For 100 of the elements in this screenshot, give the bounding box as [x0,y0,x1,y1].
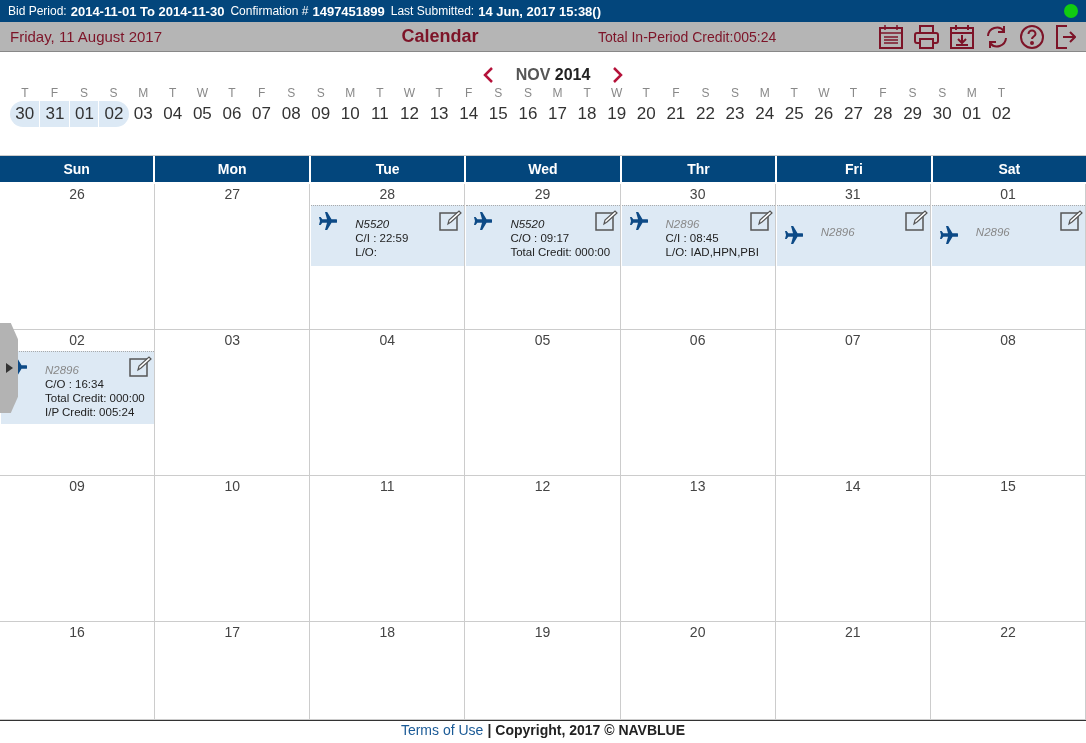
strip-day[interactable]: 18 [572,101,602,127]
strip-day[interactable]: 16 [513,101,543,127]
trip-id: N2896 [45,364,79,376]
info-value: 2014-11-01 To 2014-11-30 [70,3,225,19]
airplane-icon [627,212,648,230]
strip-day[interactable]: 30 [10,101,40,127]
day-number: 29 [533,185,552,204]
strip-day[interactable]: 02 [986,101,1017,127]
airplane-icon [782,226,803,244]
day-number: 12 [533,477,552,496]
weekday-letter: F [672,86,680,101]
strip-day[interactable]: 02 [98,101,129,127]
weekday-letter: S [908,86,917,101]
weekday-letter: T [642,86,650,101]
logout-icon[interactable] [1054,23,1076,50]
trip-detail: L/O: IAD,HPN,PBI [665,246,759,258]
weekday-letter: S [109,86,118,101]
strip-day[interactable]: 19 [601,101,632,127]
column-header: Fri [777,156,931,182]
strip-day[interactable]: 24 [749,101,780,127]
weekday-letter: W [403,86,416,101]
side-panel-tab[interactable] [0,323,18,413]
strip-day[interactable]: 23 [720,101,750,127]
help-icon[interactable] [1019,23,1045,50]
strip-day[interactable]: 07 [246,101,277,127]
strip-day[interactable]: 17 [542,101,573,127]
strip-day[interactable]: 03 [128,101,158,127]
strip-day[interactable]: 21 [661,101,691,127]
strip-day[interactable]: 14 [453,101,484,127]
calendar-icon[interactable] [878,23,904,50]
edit-icon[interactable] [904,210,928,231]
weekday-letter: S [731,86,740,101]
strip-day[interactable]: 08 [276,101,306,127]
strip-day[interactable]: 15 [483,101,514,127]
day-number: 09 [68,477,86,496]
trip-detail: C/I : 08:45 [665,232,719,244]
strip-day[interactable]: 20 [631,101,662,127]
weekday-letter: S [938,86,947,101]
strip-day[interactable]: 11 [365,101,395,127]
trip-card[interactable]: N2896 C/O : 16:34 Total Credit: 000:00 I/P Credit: 005:24 [1,351,155,424]
day-number: 30 [688,185,707,204]
strip-day[interactable]: 05 [187,101,218,127]
trip-card[interactable]: N5520 C/I : 22:59 L/O: [311,205,465,266]
trip-detail: Total Credit: 000:00 [510,246,611,258]
info-label: Last Submitted: [390,4,475,18]
strip-day[interactable]: 06 [217,101,247,127]
edit-icon[interactable] [749,210,773,231]
day-number: 03 [223,331,241,350]
weekday-letter: S [287,86,296,101]
weekday-letter: T [228,86,236,101]
page-title: Calendar [401,26,479,47]
strip-day[interactable]: 26 [809,101,839,127]
edit-icon[interactable] [439,210,463,231]
trip-detail: L/O: [355,246,377,258]
day-number: 27 [223,185,241,204]
weekday-letter: S [316,86,325,101]
info-value: 14 Jun, 2017 15:38() [478,3,601,19]
strip-day[interactable]: 27 [838,101,869,127]
day-number: 07 [844,331,862,350]
edit-icon[interactable] [594,210,618,231]
day-number: 19 [533,623,552,642]
strip-day[interactable]: 04 [157,101,188,127]
weekday-letter: W [818,86,830,101]
terms-link[interactable]: Terms of Use [400,722,484,739]
strip-day[interactable]: 22 [690,101,721,127]
strip-day[interactable]: 12 [394,101,425,127]
strip-day[interactable]: 28 [868,101,898,127]
separator: | [487,722,492,739]
expand-arrow-icon[interactable] [5,363,13,373]
day-number: 14 [844,477,862,496]
strip-day[interactable]: 10 [335,101,366,127]
trip-card[interactable]: N2896 C/I : 08:45 L/O: IAD,HPN,PBI [621,205,775,266]
strip-day[interactable]: 31 [39,101,70,127]
weekday-letter: T [169,86,177,101]
day-number: 10 [223,477,241,496]
strip-day[interactable]: 09 [305,101,336,127]
airplane-icon [937,226,958,244]
weekday-letter: T [435,86,443,101]
trip-card[interactable]: N5520 C/O : 09:17 Total Credit: 000:00 [466,205,620,266]
trip-id: N2896 [975,226,1010,238]
weekday-letter: T [849,86,858,101]
day-number: 05 [533,331,552,350]
day-number: 21 [844,623,862,642]
strip-day[interactable]: 25 [779,101,810,127]
edit-icon[interactable] [1060,210,1083,231]
column-header: Wed [466,156,620,182]
calendar-download-icon[interactable] [949,23,975,50]
strip-day[interactable]: 29 [897,101,928,127]
day-number: 02 [68,331,86,350]
copyright-text: Copyright, 2017 © NAVBLUE [495,722,686,739]
edit-icon[interactable] [129,356,153,377]
trip-detail: C/I : 22:59 [355,232,409,244]
current-date: Friday, 11 August 2017 [10,28,164,45]
strip-day[interactable]: 01 [957,101,987,127]
strip-day[interactable]: 13 [424,101,454,127]
printer-icon[interactable] [913,23,940,50]
refresh-icon[interactable] [984,23,1010,50]
weekday-letter: F [879,86,887,101]
column-header: Tue [310,156,465,182]
strip-day[interactable]: 30 [927,101,957,127]
